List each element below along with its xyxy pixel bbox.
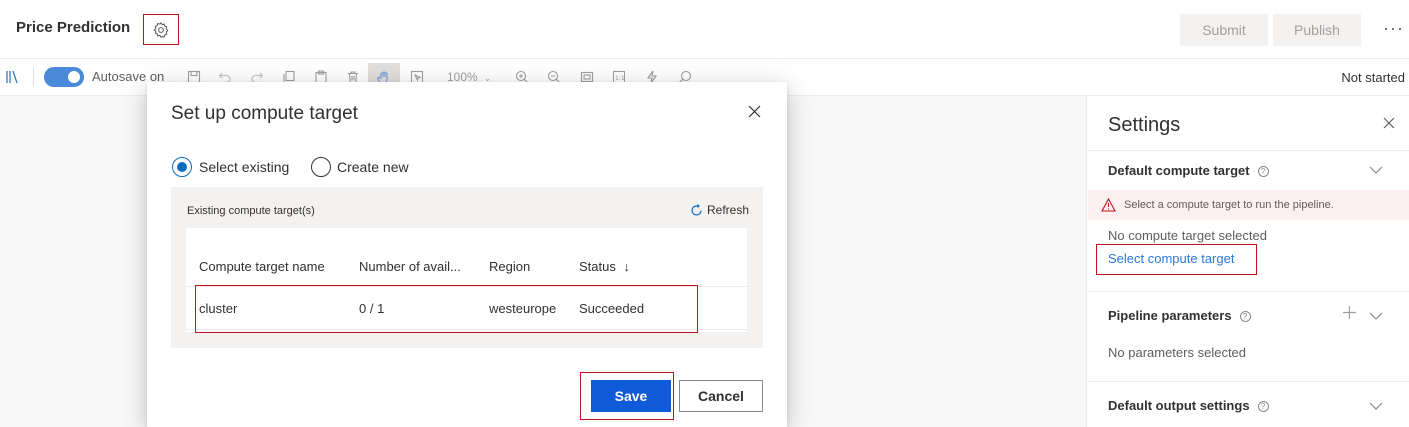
no-compute-text: No compute target selected xyxy=(1108,228,1267,243)
gear-icon xyxy=(153,21,169,38)
dialog-close-button[interactable] xyxy=(748,105,761,123)
chevron-down-icon[interactable] xyxy=(1369,308,1383,326)
compute-list-label: Existing compute target(s) xyxy=(187,205,315,217)
radio-select-existing-label[interactable]: Select existing xyxy=(199,159,289,175)
parameters-section-header[interactable]: Pipeline parameters? xyxy=(1108,308,1251,323)
add-parameter-button[interactable] xyxy=(1343,306,1356,324)
no-parameters-text: No parameters selected xyxy=(1108,345,1247,360)
cancel-button[interactable]: Cancel xyxy=(679,380,763,412)
section-divider xyxy=(1087,150,1409,151)
app-header: Price Prediction Submit Publish ··· xyxy=(0,0,1409,59)
compute-table: Compute target name Number of avail... R… xyxy=(186,228,747,333)
compute-warning-banner: Select a compute target to run the pipel… xyxy=(1088,190,1409,220)
publish-button[interactable]: Publish xyxy=(1273,14,1361,46)
warning-icon xyxy=(1101,198,1116,212)
chevron-down-icon[interactable] xyxy=(1369,398,1383,416)
output-section-header[interactable]: Default output settings? xyxy=(1108,398,1269,413)
svg-text:1:1: 1:1 xyxy=(615,75,625,82)
library-icon[interactable] xyxy=(4,68,22,86)
warning-text: Select a compute target to run the pipel… xyxy=(1124,199,1334,211)
autosave-toggle[interactable] xyxy=(44,67,84,87)
select-compute-target-link[interactable]: Select compute target xyxy=(1096,244,1257,275)
settings-panel: Settings Default compute target? Select … xyxy=(1086,96,1409,427)
close-icon xyxy=(748,105,761,118)
column-header-region[interactable]: Region xyxy=(489,259,530,274)
dialog-title: Set up compute target xyxy=(171,103,358,124)
more-options-button[interactable]: ··· xyxy=(1383,18,1404,39)
refresh-label: Refresh xyxy=(707,203,750,217)
radio-create-new-label[interactable]: Create new xyxy=(337,159,409,175)
help-icon[interactable]: ? xyxy=(1257,401,1269,412)
radio-create-new[interactable] xyxy=(311,157,331,177)
section-divider xyxy=(1087,291,1409,292)
page-title: Price Prediction xyxy=(16,19,131,36)
compute-list-container: Existing compute target(s) Refresh Compu… xyxy=(171,187,763,348)
help-icon[interactable]: ? xyxy=(1239,311,1251,322)
column-header-status[interactable]: Status ↓ xyxy=(579,259,630,274)
submit-button[interactable]: Submit xyxy=(1180,14,1268,46)
run-status-text: Not started xyxy=(1341,70,1405,85)
compute-section-header[interactable]: Default compute target? xyxy=(1108,163,1269,178)
compute-section-title: Default compute target xyxy=(1108,163,1250,178)
chevron-down-icon[interactable] xyxy=(1369,162,1383,180)
toolbar-divider xyxy=(33,67,34,87)
column-header-name[interactable]: Compute target name xyxy=(199,259,325,274)
column-header-nodes[interactable]: Number of avail... xyxy=(359,259,461,274)
refresh-button[interactable]: Refresh xyxy=(690,203,749,217)
plus-icon xyxy=(1343,306,1356,319)
settings-close-button[interactable] xyxy=(1383,116,1395,134)
highlight-row-outline xyxy=(195,285,698,333)
sort-descending-icon: ↓ xyxy=(623,259,630,274)
column-header-status-label: Status xyxy=(579,259,616,274)
settings-gear-button[interactable] xyxy=(143,14,179,45)
settings-title: Settings xyxy=(1108,114,1181,136)
close-icon xyxy=(1383,117,1395,129)
refresh-icon xyxy=(691,203,702,216)
parameters-section-title: Pipeline parameters xyxy=(1108,308,1232,323)
compute-target-dialog: Set up compute target Select existing Cr… xyxy=(147,82,787,427)
help-icon[interactable]: ? xyxy=(1257,166,1269,177)
save-button[interactable]: Save xyxy=(591,380,671,412)
output-section-title: Default output settings xyxy=(1108,398,1250,413)
radio-select-existing[interactable] xyxy=(172,157,192,177)
section-divider xyxy=(1087,381,1409,382)
